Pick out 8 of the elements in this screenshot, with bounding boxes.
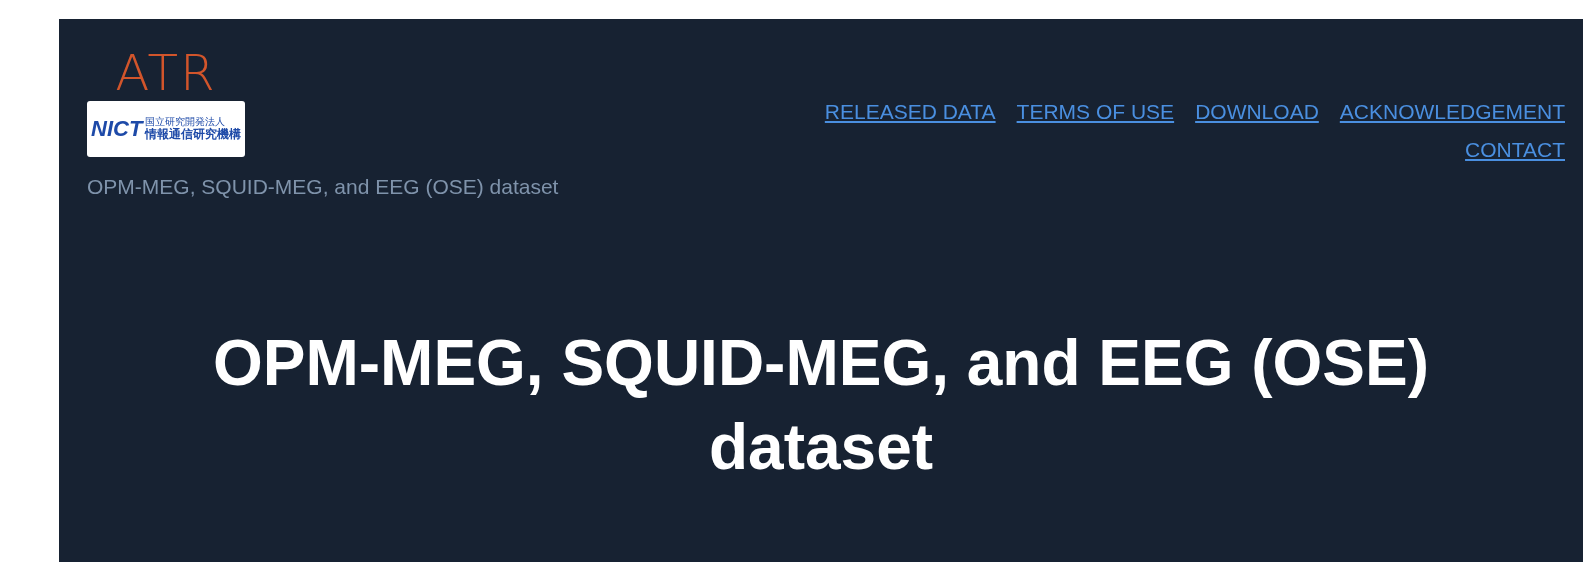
atr-logo: ATR xyxy=(114,49,218,97)
page-heading: OPM-MEG, SQUID-MEG, and EEG (OSE) dataset xyxy=(211,325,1431,485)
nav-link[interactable]: RELEASED DATA xyxy=(824,99,996,125)
site-subtitle: OPM-MEG, SQUID-MEG, and EEG (OSE) dataset xyxy=(87,174,559,200)
nav-link[interactable]: ACKNOWLEDGEMENT xyxy=(1339,99,1565,125)
nav-link[interactable]: DOWNLOAD xyxy=(1195,99,1319,125)
nav-link[interactable]: CONTACT xyxy=(1465,137,1565,163)
nav-link[interactable]: TERMS OF USE xyxy=(1016,99,1175,125)
